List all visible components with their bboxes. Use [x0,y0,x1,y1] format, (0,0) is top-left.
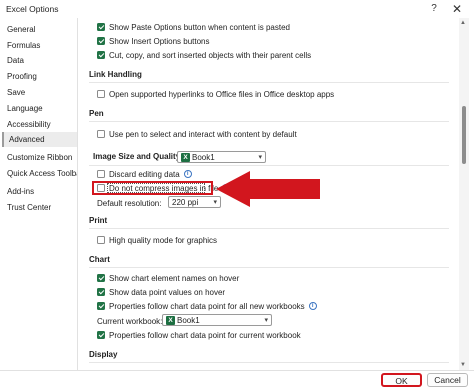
default-resolution-row: Default resolution: [97,197,161,209]
option-label: Show Paste Options button when content i… [109,22,291,32]
option-label: Properties follow chart data point for a… [109,301,305,311]
option-properties-follow-all[interactable]: Properties follow chart data point for a… [97,300,317,312]
option-do-not-compress[interactable]: Do not compress images in file i [97,182,231,194]
option-show-insert-options[interactable]: Show Insert Options buttons [97,35,210,47]
option-high-quality-graphics[interactable]: High quality mode for graphics [97,234,217,246]
window-title: Excel Options [6,4,59,14]
section-divider [89,165,449,166]
option-open-hyperlinks[interactable]: Open supported hyperlinks to Office file… [97,88,334,100]
section-divider [89,267,449,268]
option-discard-editing-data[interactable]: Discard editing data i [97,168,192,180]
checkbox-icon[interactable] [97,236,105,244]
sidebar-item-proofing[interactable]: Proofing [2,69,77,84]
info-icon: i [183,170,192,178]
option-label: Use pen to select and interact with cont… [109,129,297,139]
section-pen: Pen [89,109,104,118]
option-show-data-point-values[interactable]: Show data point values on hover [97,286,225,298]
sidebar-item-accessibility[interactable]: Accessibility [2,117,77,132]
checkbox-icon[interactable] [97,90,105,98]
option-use-pen[interactable]: Use pen to select and interact with cont… [97,128,297,140]
excel-icon: X [181,152,190,162]
current-workbook-row: Current workbook: [97,315,162,327]
scroll-up-icon[interactable]: ▲ [460,20,466,26]
option-show-paste-options[interactable]: Show Paste Options button when content i… [97,21,290,33]
sidebar-item-add-ins[interactable]: Add-ins [2,184,77,199]
sidebar-item-advanced[interactable]: Advanced [2,132,77,147]
image-workbook-select[interactable]: X Book1 ▾ [177,151,266,163]
option-label: Discard editing data [109,169,180,179]
sidebar-item-general[interactable]: General [2,22,77,37]
option-label: Cut, copy, and sort inserted objects wit… [109,50,312,60]
option-cut-copy-sort[interactable]: Cut, copy, and sort inserted objects wit… [97,49,311,61]
checkbox-icon[interactable] [97,184,105,192]
sidebar-item-data[interactable]: Data [2,53,77,68]
ok-button[interactable]: OK [381,373,422,387]
section-divider [89,228,449,229]
section-chart: Chart [89,255,110,264]
option-label: Open supported hyperlinks to Office file… [109,89,335,99]
checkbox-icon[interactable] [97,130,105,138]
section-image-size: Image Size and Quality [93,152,181,161]
option-label: High quality mode for graphics [109,235,218,245]
sidebar-item-formulas[interactable]: Formulas [2,38,77,53]
checkbox-icon[interactable] [97,23,105,31]
resolution-label: Default resolution: [97,198,162,208]
sidebar-item-save[interactable]: Save [2,85,77,100]
checkbox-icon[interactable] [97,170,105,178]
section-divider [89,121,449,122]
chevron-down-icon: ▾ [264,317,268,324]
option-label: Show Insert Options buttons [109,36,210,46]
annotation-arrow-icon [216,171,320,207]
sidebar-nav: General Formulas Data Proofing Save Lang… [0,18,78,370]
option-label: Do not compress images in file [109,183,219,193]
checkbox-icon[interactable] [97,37,105,45]
resolution-select[interactable]: 220 ppi ▾ [168,196,221,208]
checkbox-icon[interactable] [97,288,105,296]
sidebar-item-quick-access-toolbar[interactable]: Quick Access Toolbar [2,166,77,181]
checkbox-icon[interactable] [97,331,105,339]
close-icon[interactable]: ✕ [448,1,466,17]
section-divider [89,362,449,363]
excel-icon: X [166,315,175,325]
section-divider [89,82,449,83]
option-label: Properties follow chart data point for c… [109,330,301,340]
title-bar: Excel Options ? ✕ [0,0,474,18]
selected-value: Book1 [192,152,215,162]
sidebar-item-customize-ribbon[interactable]: Customize Ribbon [2,150,77,165]
option-label: Show chart element names on hover [109,273,240,283]
option-label: Show data point values on hover [109,287,226,297]
current-workbook-select[interactable]: X Book1 ▾ [162,314,272,326]
section-display: Display [89,350,118,359]
option-properties-follow-current[interactable]: Properties follow chart data point for c… [97,329,301,341]
selected-value: 220 ppi [172,197,199,207]
chevron-down-icon: ▾ [258,154,262,161]
info-icon: i [308,302,317,310]
scroll-down-icon[interactable]: ▼ [460,362,466,368]
cancel-button[interactable]: Cancel [427,373,468,387]
checkbox-icon[interactable] [97,274,105,282]
checkbox-icon[interactable] [97,51,105,59]
section-print: Print [89,216,108,225]
sidebar-item-language[interactable]: Language [2,101,77,116]
sidebar-item-trust-center[interactable]: Trust Center [2,200,77,215]
checkbox-icon[interactable] [97,302,105,310]
help-icon[interactable]: ? [425,1,443,17]
selected-value: Book1 [177,315,200,325]
section-link-handling: Link Handling [89,70,142,79]
vertical-scrollbar[interactable]: ▲ ▼ [459,18,469,370]
scroll-thumb[interactable] [462,106,466,164]
option-show-element-names[interactable]: Show chart element names on hover [97,272,239,284]
current-workbook-label: Current workbook: [97,316,163,326]
